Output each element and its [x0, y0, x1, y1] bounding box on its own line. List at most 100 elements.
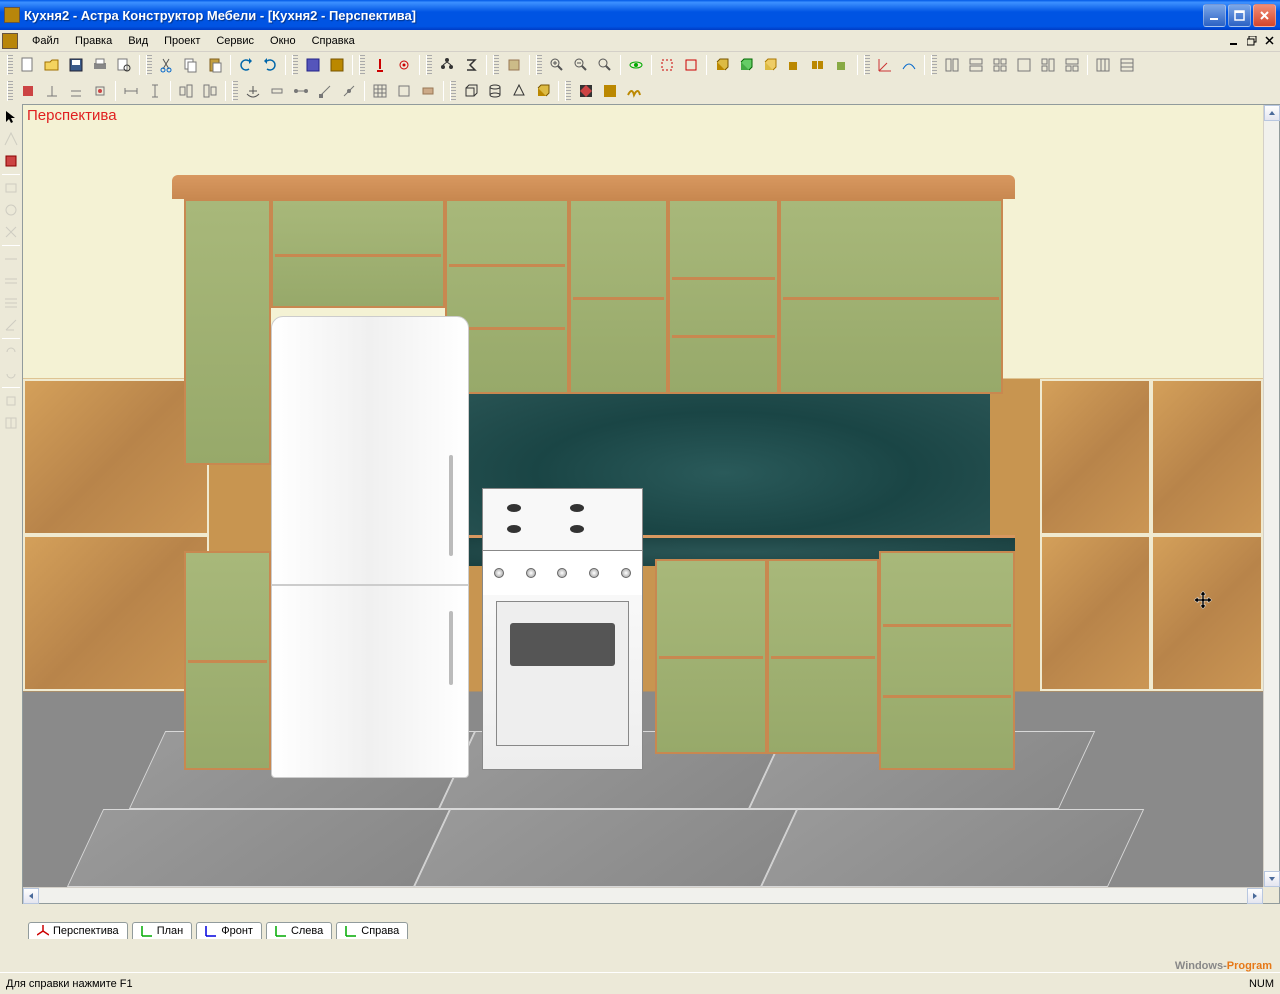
tab-right[interactable]: Справа [336, 922, 408, 939]
toolbar-grip[interactable] [931, 55, 937, 75]
zoom-fit-button[interactable] [594, 54, 616, 76]
align1-button[interactable] [175, 80, 197, 102]
anchor3-button[interactable] [290, 80, 312, 102]
mdi-minimize-button[interactable] [1226, 34, 1242, 48]
zoom-out-button[interactable] [570, 54, 592, 76]
minimize-button[interactable] [1203, 4, 1226, 27]
anchor1-button[interactable] [242, 80, 264, 102]
anchor4-button[interactable] [314, 80, 336, 102]
open-button[interactable] [41, 54, 63, 76]
toolbar-grip[interactable] [536, 55, 542, 75]
scroll-left-button[interactable] [23, 888, 39, 904]
viewport[interactable]: Перспектива [23, 105, 1263, 887]
axis-tool-button[interactable] [1, 129, 21, 149]
cube-button[interactable] [460, 80, 482, 102]
circle-tool-button[interactable] [1, 200, 21, 220]
scroll-track[interactable] [1264, 121, 1279, 871]
box3-button[interactable] [759, 54, 781, 76]
toolbar-grip[interactable] [146, 55, 152, 75]
close-button[interactable] [1253, 4, 1276, 27]
rotate2-button[interactable] [1, 364, 21, 384]
toolbar-grip[interactable] [426, 55, 432, 75]
texture3-button[interactable] [623, 80, 645, 102]
axis-button[interactable] [874, 54, 896, 76]
horizontal-scrollbar[interactable] [23, 887, 1263, 903]
measure2-button[interactable] [1, 271, 21, 291]
maximize-button[interactable] [1228, 4, 1251, 27]
anchor5-button[interactable] [338, 80, 360, 102]
tab-left[interactable]: Слева [266, 922, 332, 939]
path-button[interactable] [898, 54, 920, 76]
measure1-button[interactable] [1, 249, 21, 269]
toolbar-grip[interactable] [7, 81, 13, 101]
menu-window[interactable]: Окно [262, 33, 304, 49]
menu-service[interactable]: Сервис [208, 33, 262, 49]
new-button[interactable] [17, 54, 39, 76]
rect-tool-button[interactable] [1, 178, 21, 198]
layer-button[interactable] [302, 54, 324, 76]
toolbar-grip[interactable] [359, 55, 365, 75]
box1-button[interactable] [711, 54, 733, 76]
mdi-close-button[interactable] [1262, 34, 1278, 48]
copy-button[interactable] [180, 54, 202, 76]
sum-button[interactable] [460, 54, 482, 76]
snap3-button[interactable] [65, 80, 87, 102]
grid1-button[interactable] [941, 54, 963, 76]
grid8-button[interactable] [1116, 54, 1138, 76]
align2-button[interactable] [199, 80, 221, 102]
menu-project[interactable]: Проект [156, 33, 208, 49]
scroll-down-button[interactable] [1264, 871, 1280, 887]
menu-file[interactable]: Файл [24, 33, 67, 49]
box6-button[interactable] [831, 54, 853, 76]
grid6-button[interactable] [1061, 54, 1083, 76]
toolbar-grip[interactable] [292, 55, 298, 75]
face-button[interactable] [1, 151, 21, 171]
zoom-in-button[interactable] [546, 54, 568, 76]
document-icon[interactable] [2, 33, 18, 49]
grid5-button[interactable] [1037, 54, 1059, 76]
scroll-right-button[interactable] [1247, 888, 1263, 904]
grid4-button[interactable] [1013, 54, 1035, 76]
line-tool-button[interactable] [1, 222, 21, 242]
toolbar-grip[interactable] [232, 81, 238, 101]
paste-button[interactable] [204, 54, 226, 76]
dim2-button[interactable] [144, 80, 166, 102]
snap1-button[interactable] [17, 80, 39, 102]
scroll-up-button[interactable] [1264, 105, 1280, 121]
grid3-button[interactable] [989, 54, 1011, 76]
bounds-button[interactable] [656, 54, 678, 76]
cone-button[interactable] [508, 80, 530, 102]
pointer-button[interactable] [1, 107, 21, 127]
toolbar-grip[interactable] [7, 55, 13, 75]
box4-button[interactable] [783, 54, 805, 76]
orbit-button[interactable] [625, 54, 647, 76]
vertical-scrollbar[interactable] [1263, 105, 1279, 887]
screw-button[interactable] [369, 54, 391, 76]
split-button[interactable] [1, 413, 21, 433]
tab-perspective[interactable]: Перспектива [28, 922, 128, 939]
menu-view[interactable]: Вид [120, 33, 156, 49]
rect-button[interactable] [393, 80, 415, 102]
wireframe-button[interactable] [680, 54, 702, 76]
tab-plan[interactable]: План [132, 922, 193, 939]
sphere-button[interactable] [532, 80, 554, 102]
preview-button[interactable] [113, 54, 135, 76]
measure3-button[interactable] [1, 293, 21, 313]
hinge-button[interactable] [393, 54, 415, 76]
box5-button[interactable] [807, 54, 829, 76]
assembly-button[interactable] [503, 54, 525, 76]
anchor2-button[interactable] [266, 80, 288, 102]
texture2-button[interactable] [599, 80, 621, 102]
dim1-button[interactable] [120, 80, 142, 102]
grid7-button[interactable] [1092, 54, 1114, 76]
snap4-button[interactable] [89, 80, 111, 102]
box2-button[interactable] [735, 54, 757, 76]
scroll-track[interactable] [39, 888, 1247, 903]
menu-help[interactable]: Справка [304, 33, 363, 49]
undo-button[interactable] [235, 54, 257, 76]
cut-button[interactable] [156, 54, 178, 76]
material-button[interactable] [326, 54, 348, 76]
mdi-restore-button[interactable] [1244, 34, 1260, 48]
panel-button[interactable] [417, 80, 439, 102]
tree-button[interactable] [436, 54, 458, 76]
